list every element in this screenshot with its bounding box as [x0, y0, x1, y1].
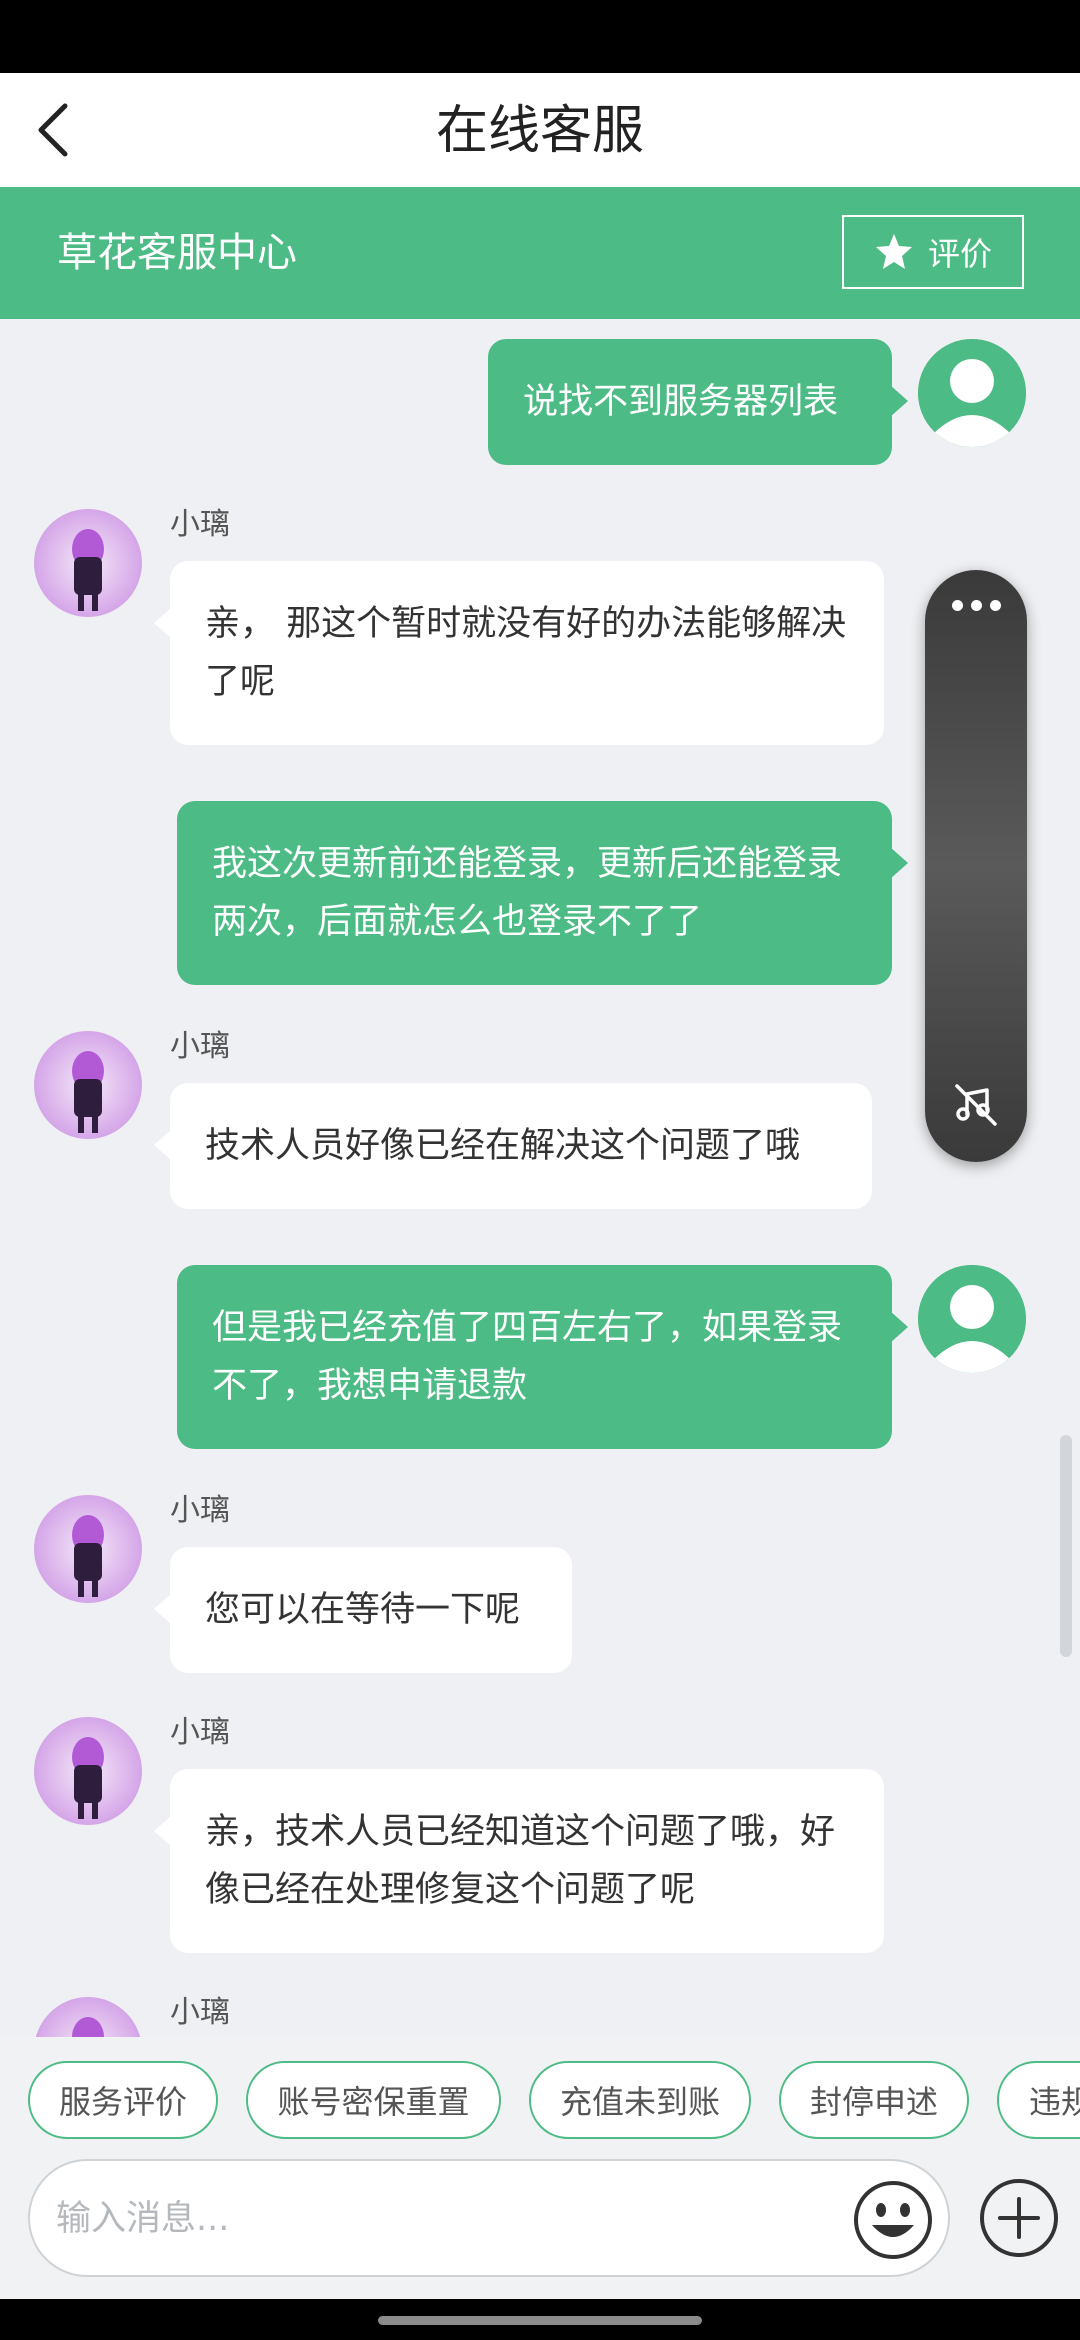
agent-avatar[interactable] [34, 509, 142, 617]
message-bubble-outgoing: 我这次更新前还能登录，更新后还能登录两次，后面就怎么也登录不了了 [177, 801, 908, 985]
chat-area[interactable]: 说找不到服务器列表 小璃 亲， 那这个暂时就没有好的办法能够解决了呢 我这次更新… [0, 319, 1080, 2037]
home-indicator[interactable] [378, 2316, 702, 2325]
message-bubble-outgoing: 说找不到服务器列表 [488, 339, 908, 465]
agent-avatar[interactable] [34, 1997, 142, 2037]
service-center-name: 草花客服中心 [57, 230, 297, 276]
service-center-bar: 草花客服中心 评价 [0, 187, 1080, 319]
agent-avatar[interactable] [34, 1031, 142, 1139]
agent-name: 小璃 [170, 1029, 230, 1064]
agent-avatar-image [72, 1737, 104, 1819]
agent-avatar-image [72, 1051, 104, 1133]
chip-label: 违规 [1029, 2083, 1080, 2121]
message-input-box[interactable] [28, 2159, 950, 2277]
agent-avatar-image [72, 529, 104, 611]
rate-button[interactable]: 评价 [842, 215, 1024, 289]
message-bubble-incoming: 亲，技术人员已经知道这个问题了哦，好像已经在处理修复这个问题了呢 [154, 1769, 884, 1953]
message-input[interactable] [56, 2191, 836, 2247]
message-bubble-incoming: 亲， 那这个暂时就没有好的办法能够解决了呢 [154, 561, 884, 745]
message-bubble-outgoing: 但是我已经充值了四百左右了，如果登录不了，我想申请退款 [177, 1265, 908, 1449]
message-text: 亲， 那这个暂时就没有好的办法能够解决了呢 [205, 604, 847, 702]
chip-label: 服务评价 [58, 2083, 187, 2121]
plus-icon[interactable] [978, 2177, 1060, 2259]
message-text: 说找不到服务器列表 [523, 382, 839, 422]
title-bar: 在线客服 [0, 73, 1080, 187]
rate-button-label: 评价 [927, 235, 992, 273]
star-icon [875, 234, 912, 269]
agent-avatar[interactable] [34, 1717, 142, 1825]
user-avatar[interactable] [918, 1265, 1026, 1373]
user-avatar[interactable] [918, 339, 1026, 447]
agent-name: 小璃 [170, 1715, 230, 1750]
agent-avatar-image [72, 1515, 104, 1597]
message-bubble-incoming: 您可以在等待一下呢 [154, 1547, 572, 1673]
chip-label: 封停申述 [809, 2083, 938, 2121]
message-text: 亲，技术人员已经知道这个问题了哦，好像已经在处理修复这个问题了呢 [205, 1812, 836, 1910]
input-bar [0, 2159, 1080, 2299]
quick-reply-chip[interactable]: 封停申述 [779, 2061, 969, 2139]
scrollbar[interactable] [1060, 1435, 1072, 1657]
floating-control-panel[interactable] [925, 570, 1027, 1162]
quick-reply-chip[interactable]: 账号密保重置 [246, 2061, 501, 2139]
agent-name: 小璃 [170, 507, 230, 542]
system-nav-bar [0, 2299, 1080, 2340]
quick-reply-bar: 服务评价 账号密保重置 充值未到账 封停申述 违规 [0, 2037, 1080, 2159]
agent-name: 小璃 [170, 1995, 230, 2030]
status-bar [0, 0, 1080, 73]
agent-avatar[interactable] [34, 1495, 142, 1603]
more-dots-icon[interactable] [925, 600, 1027, 611]
message-text: 我这次更新前还能登录，更新后还能登录两次，后面就怎么也登录不了了 [212, 844, 843, 942]
message-text: 技术人员好像已经在解决这个问题了哦 [205, 1126, 801, 1166]
user-icon [918, 339, 1026, 447]
chip-label: 充值未到账 [559, 2083, 720, 2121]
mute-icon[interactable] [953, 1082, 999, 1128]
agent-name: 小璃 [170, 1493, 230, 1528]
quick-reply-chip[interactable]: 充值未到账 [529, 2061, 751, 2139]
user-icon [918, 1265, 1026, 1373]
quick-reply-chip[interactable]: 违规 [997, 2061, 1080, 2139]
page-title: 在线客服 [435, 101, 644, 161]
quick-reply-chip[interactable]: 服务评价 [28, 2061, 218, 2139]
emoji-icon[interactable] [852, 2179, 934, 2261]
message-text: 您可以在等待一下呢 [205, 1590, 521, 1630]
message-text: 但是我已经充值了四百左右了，如果登录不了，我想申请退款 [212, 1308, 843, 1406]
agent-avatar-image [72, 2017, 104, 2037]
message-bubble-incoming: 技术人员好像已经在解决这个问题了哦 [154, 1083, 872, 1209]
chip-label: 账号密保重置 [277, 2083, 470, 2121]
